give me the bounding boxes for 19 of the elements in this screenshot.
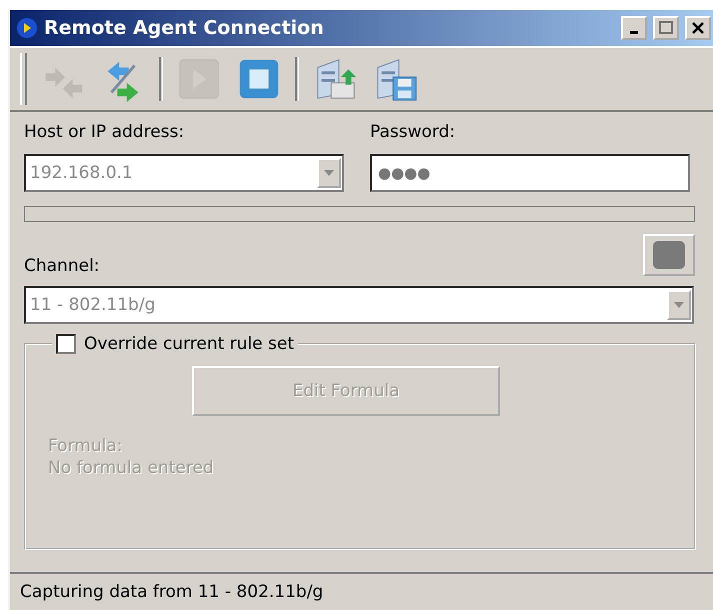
close-button[interactable] — [685, 16, 711, 40]
checkbox-label[interactable]: Override current rule set — [84, 334, 294, 354]
toolbar-grip[interactable] — [20, 53, 27, 105]
stop-button[interactable] — [643, 234, 695, 276]
checkbox[interactable] — [56, 334, 76, 354]
status-text: Capturing data from 11 - 802.11b/g — [20, 582, 324, 602]
square-icon — [652, 240, 686, 270]
caret-icon — [323, 169, 335, 177]
field-label: Host or IP address: — [24, 122, 186, 142]
app-logo-icon — [16, 17, 38, 39]
close-icon — [690, 20, 706, 36]
minimize-icon — [630, 31, 638, 34]
minimize-button[interactable] — [621, 16, 647, 40]
maximize-icon — [658, 20, 674, 36]
window-title: Remote Agent Connection — [44, 17, 325, 39]
password-field[interactable]: ●●●● — [370, 154, 690, 192]
field-label: Channel: — [24, 256, 100, 276]
caret-icon — [673, 301, 685, 309]
field-label: Password: — [370, 122, 456, 142]
